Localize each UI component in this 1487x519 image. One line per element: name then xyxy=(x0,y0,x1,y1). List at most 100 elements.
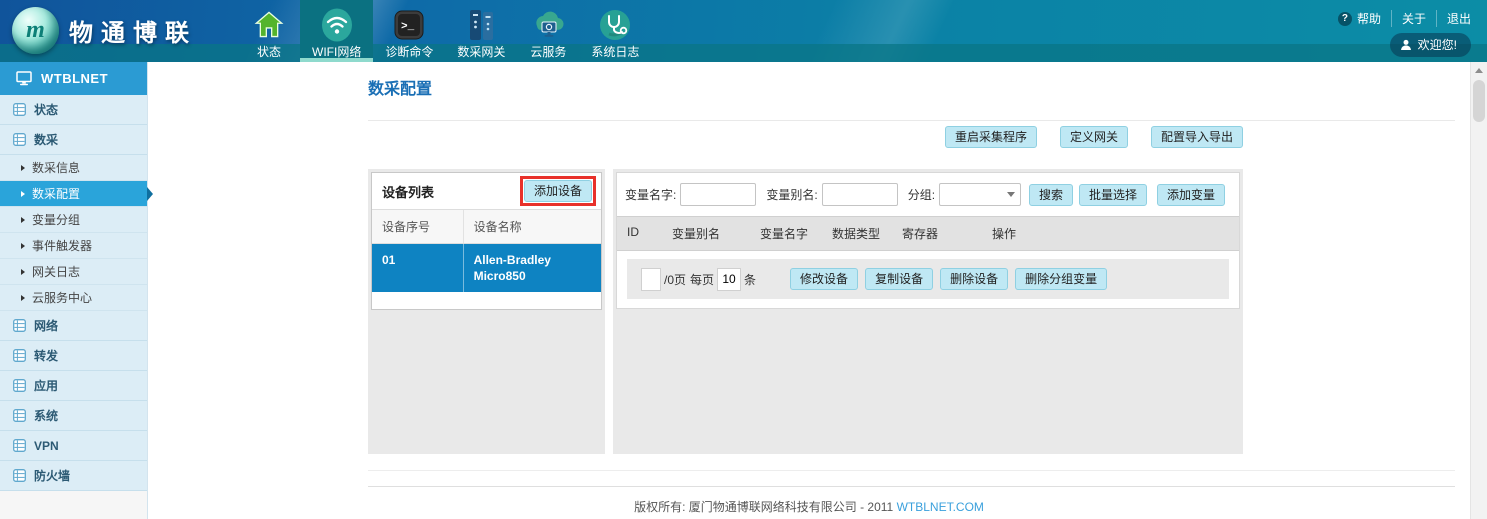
about-link[interactable]: 关于 xyxy=(1392,10,1437,27)
pager-wrap: /0页 每页 条 修改设备 复制设备 删除设备 删除分组变量 xyxy=(617,251,1239,308)
caret-icon xyxy=(21,217,25,223)
page-title: 数采配置 xyxy=(368,62,1455,100)
sidebar-subitem-gateway-log[interactable]: 网关日志 xyxy=(0,259,147,285)
brand-logo: m 物通博联 xyxy=(12,7,197,54)
sidebar-item-firewall[interactable]: 防火墙 xyxy=(0,461,147,491)
logout-link[interactable]: 退出 xyxy=(1437,10,1471,27)
device-list-title: 设备列表 xyxy=(382,182,434,201)
terminal-icon: >_ xyxy=(393,5,425,44)
sidebar-item-dataacq[interactable]: 数采 xyxy=(0,125,147,155)
nav-item-cloud[interactable]: 云服务 xyxy=(517,0,579,62)
monitor-icon xyxy=(16,71,32,86)
help-icon: ? xyxy=(1338,12,1352,26)
restart-collector-button[interactable]: 重启采集程序 xyxy=(945,126,1037,148)
top-links: ? 帮助 关于 退出 xyxy=(1328,10,1471,27)
variable-name-input[interactable] xyxy=(680,183,756,206)
grid-icon xyxy=(13,409,26,422)
main-content: 数采配置 重启采集程序 定义网关 配置导入导出 设备列表 添加设备 设备序号 xyxy=(148,62,1470,519)
delete-group-variable-button[interactable]: 删除分组变量 xyxy=(1015,268,1107,290)
grid-icon xyxy=(13,349,26,362)
title-divider xyxy=(368,120,1455,121)
footer-copyright: 版权所有: 厦门物通博联网络科技有限公司 - 2011 WTBLNET.COM xyxy=(148,498,1470,515)
gateway-icon xyxy=(465,5,497,44)
sidebar-subitem-label: 事件触发器 xyxy=(32,237,92,254)
page-number-input[interactable] xyxy=(641,268,661,291)
search-button[interactable]: 搜索 xyxy=(1029,184,1073,206)
app-header: m 物通博联 状态 WIFI网络 >_ 诊断命令 数采网关 xyxy=(0,0,1487,62)
unit-label: 条 xyxy=(744,271,756,288)
scrollbar-thumb[interactable] xyxy=(1473,80,1485,122)
sidebar-item-forward[interactable]: 转发 xyxy=(0,341,147,371)
help-link[interactable]: ? 帮助 xyxy=(1328,10,1392,27)
user-icon xyxy=(1400,39,1412,51)
page-total-label: /0页 xyxy=(664,271,686,288)
welcome-label: 欢迎您! xyxy=(1418,36,1457,53)
variable-name-label: 变量名字: xyxy=(625,186,676,203)
sidebar-item-status[interactable]: 状态 xyxy=(0,95,147,125)
syslog-icon xyxy=(598,5,632,44)
add-variable-button[interactable]: 添加变量 xyxy=(1157,184,1225,206)
sidebar-item-label: 系统 xyxy=(34,407,58,424)
device-col-seq: 设备序号 xyxy=(372,210,464,243)
grid-icon xyxy=(13,469,26,482)
group-select[interactable] xyxy=(939,183,1021,206)
variable-table-header: ID 变量别名 变量名字 数据类型 寄存器 操作 xyxy=(617,216,1239,251)
per-page-label: 每页 xyxy=(690,271,714,288)
wifi-icon xyxy=(320,5,354,44)
variable-filter-row: 变量名字: 变量别名: 分组: 搜索 批量选择 添加变量 xyxy=(617,173,1239,216)
col-id: ID xyxy=(617,217,662,250)
scrollbar-up-arrow-icon[interactable] xyxy=(1475,68,1483,73)
define-gateway-button[interactable]: 定义网关 xyxy=(1060,126,1128,148)
nav-label: 诊断命令 xyxy=(385,44,433,62)
sidebar-item-system[interactable]: 系统 xyxy=(0,401,147,431)
sidebar-brand: WTBLNET xyxy=(0,62,147,95)
chevron-down-icon xyxy=(1007,192,1015,197)
welcome-badge[interactable]: 欢迎您! xyxy=(1390,33,1471,57)
sidebar-item-label: VPN xyxy=(34,439,59,453)
sidebar-brand-label: WTBLNET xyxy=(41,71,108,86)
device-seq-cell: 01 xyxy=(372,244,464,292)
sidebar-item-label: 转发 xyxy=(34,347,58,364)
caret-icon xyxy=(21,165,25,171)
sidebar-item-application[interactable]: 应用 xyxy=(0,371,147,401)
nav-item-status[interactable]: 状态 xyxy=(238,0,300,62)
nav-label: 系统日志 xyxy=(591,44,639,62)
copy-device-button[interactable]: 复制设备 xyxy=(865,268,933,290)
delete-device-button[interactable]: 删除设备 xyxy=(940,268,1008,290)
caret-icon xyxy=(21,191,25,197)
add-device-button[interactable]: 添加设备 xyxy=(524,180,592,202)
nav-label: WIFI网络 xyxy=(312,44,361,62)
device-table-header: 设备序号 设备名称 xyxy=(372,209,601,244)
config-import-export-button[interactable]: 配置导入导出 xyxy=(1151,126,1243,148)
grid-icon xyxy=(13,133,26,146)
sidebar-item-network[interactable]: 网络 xyxy=(0,311,147,341)
nav-item-syslog[interactable]: 系统日志 xyxy=(579,0,651,62)
scrollbar[interactable] xyxy=(1470,62,1487,519)
sidebar-subitem-event-trigger[interactable]: 事件触发器 xyxy=(0,233,147,259)
wtblnet-link[interactable]: WTBLNET.COM xyxy=(897,500,984,514)
device-list-card: 设备列表 添加设备 设备序号 设备名称 01 Allen-Bradley Mic… xyxy=(371,172,602,310)
sidebar-item-label: 防火墙 xyxy=(34,467,70,484)
logo-sphere-icon: m xyxy=(12,7,59,54)
device-table-row[interactable]: 01 Allen-Bradley Micro850 xyxy=(372,244,601,292)
modify-device-button[interactable]: 修改设备 xyxy=(790,268,858,290)
nav-item-diagnostic[interactable]: >_ 诊断命令 xyxy=(373,0,445,62)
sidebar-subitem-cloud-center[interactable]: 云服务中心 xyxy=(0,285,147,311)
grid-icon xyxy=(13,319,26,332)
sidebar-subitem-dataacq-info[interactable]: 数采信息 xyxy=(0,155,147,181)
nav-item-wifi[interactable]: WIFI网络 xyxy=(300,0,373,62)
group-label: 分组: xyxy=(908,186,935,203)
toolbar: 重启采集程序 定义网关 配置导入导出 xyxy=(368,126,1243,148)
batch-select-button[interactable]: 批量选择 xyxy=(1079,184,1147,206)
sidebar-item-label: 应用 xyxy=(34,377,58,394)
sidebar-item-vpn[interactable]: VPN xyxy=(0,431,147,461)
nav-item-gateway[interactable]: 数采网关 xyxy=(445,0,517,62)
sidebar-subitem-dataacq-config[interactable]: 数采配置 xyxy=(0,181,147,207)
variable-panel: 变量名字: 变量别名: 分组: 搜索 批量选择 添加变量 xyxy=(613,169,1243,454)
variable-alias-input[interactable] xyxy=(822,183,898,206)
col-register: 寄存器 xyxy=(892,217,982,250)
footer-divider-2 xyxy=(368,486,1455,487)
sidebar-subitem-variable-group[interactable]: 变量分组 xyxy=(0,207,147,233)
per-page-input[interactable] xyxy=(717,268,741,291)
sidebar-item-label: 状态 xyxy=(34,101,58,118)
